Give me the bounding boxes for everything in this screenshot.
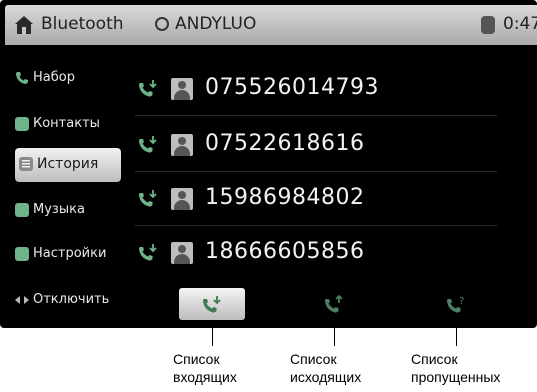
tab-incoming[interactable] [179,288,245,320]
incoming-call-icon [139,244,157,261]
phone-number: 15986984802 [205,185,365,210]
caption-line: Список [411,351,458,367]
clock: 0:47 [503,14,537,34]
incoming-call-icon [139,136,157,153]
list-item[interactable]: 18666605856 [127,228,537,280]
caption-line: Список [173,351,220,367]
caption-line: входящих [173,369,237,385]
music-icon [15,203,29,217]
divider [135,225,497,226]
incoming-call-icon [139,80,157,97]
sidebar-item-label: Музыка [33,202,85,217]
caption-outgoing: Список исходящих [290,350,361,386]
sidebar-item-music[interactable]: Музыка [11,194,123,228]
avatar [171,242,193,264]
connected-device-name: ANDYLUO [175,14,257,34]
callout-line-incoming [212,320,213,346]
tab-missed[interactable]: ? [423,288,489,320]
sidebar-item-label: Контакты [33,116,100,131]
callout-line-missed [456,320,457,346]
caption-line: пропущенных [411,369,501,385]
contacts-icon [15,117,29,131]
sidebar-item-label: Набор [33,70,75,85]
settings-icon [15,247,29,261]
phone-number: 07522618616 [205,131,365,156]
caption-missed: Список пропущенных [411,350,500,386]
outgoing-call-icon [325,294,343,313]
divider [135,115,497,116]
caption-line: исходящих [290,369,362,385]
missed-call-icon: ? [447,296,464,313]
call-history-list: 075526014793 07522618616 15986984802 186… [127,50,537,282]
home-icon[interactable] [13,14,35,36]
incoming-call-icon [203,296,221,313]
sidebar-item-label: История [37,156,99,172]
sidebar-item-label: Отключить [33,292,110,307]
call-filter-tabs: ? [127,282,537,328]
sidebar-item-settings[interactable]: Настройки [11,238,123,272]
incoming-call-icon [139,190,157,207]
sidebar-item-disconnect[interactable]: Отключить [11,284,123,318]
svg-text:?: ? [459,296,464,307]
divider [135,171,497,172]
list-item[interactable]: 075526014793 [127,64,537,116]
phone-number: 18666605856 [205,239,365,264]
bluetooth-phone-screen: Bluetooth ANDYLUO 0:47 Набор Контакты Ис… [0,0,537,328]
sidebar: Набор Контакты История Музыка Настройки [5,50,127,328]
sidebar-item-label: Настройки [33,246,107,261]
history-icon [19,157,33,171]
phone-number: 075526014793 [205,75,379,100]
avatar [171,188,193,210]
avatar [171,78,193,100]
disconnect-icon [15,296,29,304]
list-item[interactable]: 07522618616 [127,120,537,172]
sidebar-item-history[interactable]: История [15,148,121,182]
caption-line: Список [290,351,337,367]
bluetooth-icon [481,16,495,34]
sidebar-item-contacts[interactable]: Контакты [11,108,123,142]
app-title: Bluetooth [41,14,124,34]
sidebar-item-dial[interactable]: Набор [11,62,123,96]
device-status-icon [155,17,169,31]
phone-icon [16,72,28,84]
tab-outgoing[interactable] [301,288,367,320]
list-item[interactable]: 15986984802 [127,174,537,226]
avatar [171,134,193,156]
caption-incoming: Список входящих [173,350,237,386]
status-bar: Bluetooth ANDYLUO 0:47 [5,5,537,45]
callout-line-outgoing [334,320,335,346]
